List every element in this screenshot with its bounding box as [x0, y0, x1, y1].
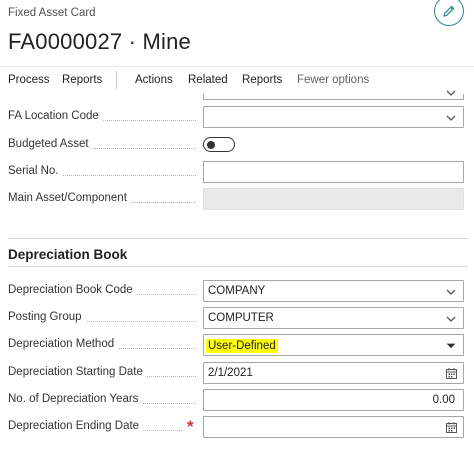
- calendar-icon[interactable]: [445, 367, 458, 380]
- section-divider: [8, 266, 468, 267]
- pencil-icon: [443, 5, 455, 17]
- main-asset-component-row: Main Asset/Component: [0, 188, 474, 210]
- main-asset-component-label: Main Asset/Component: [8, 192, 131, 204]
- no-of-depreciation-years-label: No. of Depreciation Years: [8, 393, 143, 405]
- partial-field-above[interactable]: [203, 90, 464, 100]
- depreciation-book-code-label: Depreciation Book Code: [8, 284, 137, 296]
- action-reports[interactable]: Reports: [242, 74, 282, 86]
- depreciation-method-row: Depreciation Method User-Defined: [0, 334, 474, 356]
- section-divider: [8, 238, 468, 239]
- posting-group-row: Posting Group COMPUTER: [0, 307, 474, 329]
- chevron-down-icon: [446, 289, 456, 295]
- depreciation-book-code-value: COMPANY: [208, 285, 266, 297]
- edit-button[interactable]: [434, 0, 464, 26]
- serial-no-label: Serial No.: [8, 165, 63, 177]
- action-related[interactable]: Related: [188, 74, 228, 86]
- action-fewer-options[interactable]: Fewer options: [297, 74, 369, 86]
- depreciation-book-code-row: Depreciation Book Code COMPANY: [0, 280, 474, 302]
- depreciation-book-code-dropdown[interactable]: COMPANY: [203, 280, 464, 302]
- toggle-knob: [207, 140, 215, 149]
- no-of-depreciation-years-row: No. of Depreciation Years 0.00: [0, 389, 474, 411]
- calendar-icon[interactable]: [445, 421, 458, 434]
- depreciation-starting-date-row: Depreciation Starting Date 2/1/2021: [0, 362, 474, 384]
- chevron-down-icon: [446, 90, 456, 96]
- serial-no-row: Serial No.: [0, 161, 474, 183]
- posting-group-dropdown[interactable]: COMPUTER: [203, 307, 464, 329]
- depreciation-method-select[interactable]: User-Defined: [203, 334, 464, 356]
- posting-group-value: COMPUTER: [208, 312, 274, 324]
- no-of-depreciation-years-value: 0.00: [432, 394, 455, 406]
- action-process[interactable]: Process: [8, 74, 50, 86]
- budgeted-asset-toggle[interactable]: [203, 137, 235, 152]
- fa-location-code-dropdown[interactable]: [203, 106, 464, 128]
- depreciation-ending-date-row: Depreciation Ending Date *: [0, 416, 474, 438]
- depreciation-method-label: Depreciation Method: [8, 338, 119, 350]
- depreciation-book-header[interactable]: Depreciation Book: [8, 247, 127, 262]
- budgeted-asset-row: Budgeted Asset: [0, 134, 474, 156]
- chevron-down-icon: [446, 343, 456, 349]
- depreciation-ending-date-input[interactable]: [203, 416, 464, 438]
- budgeted-asset-label: Budgeted Asset: [8, 138, 93, 150]
- page-title: FA0000027 · Mine: [8, 29, 191, 54]
- depreciation-method-value: User-Defined: [206, 339, 278, 353]
- depreciation-starting-date-value: 2/1/2021: [208, 367, 253, 379]
- action-bar: Process Reports Actions Related Reports …: [0, 66, 474, 94]
- action-actions[interactable]: Actions: [135, 74, 173, 86]
- fa-location-code-label: FA Location Code: [8, 110, 103, 122]
- depreciation-starting-date-input[interactable]: 2/1/2021: [203, 362, 464, 384]
- depreciation-ending-date-label: Depreciation Ending Date: [8, 420, 144, 432]
- action-reports-promoted[interactable]: Reports: [62, 74, 102, 86]
- main-asset-component-field: [203, 188, 464, 210]
- required-indicator: *: [187, 417, 194, 436]
- depreciation-starting-date-label: Depreciation Starting Date: [8, 366, 147, 378]
- chevron-down-icon: [446, 316, 456, 322]
- action-separator: [116, 71, 117, 89]
- chevron-down-icon: [446, 115, 456, 121]
- fa-location-code-row: FA Location Code: [0, 106, 474, 128]
- serial-no-input[interactable]: [203, 161, 464, 183]
- page-type-label: Fixed Asset Card: [8, 7, 96, 19]
- no-of-depreciation-years-input[interactable]: 0.00: [203, 389, 464, 411]
- posting-group-label: Posting Group: [8, 311, 86, 323]
